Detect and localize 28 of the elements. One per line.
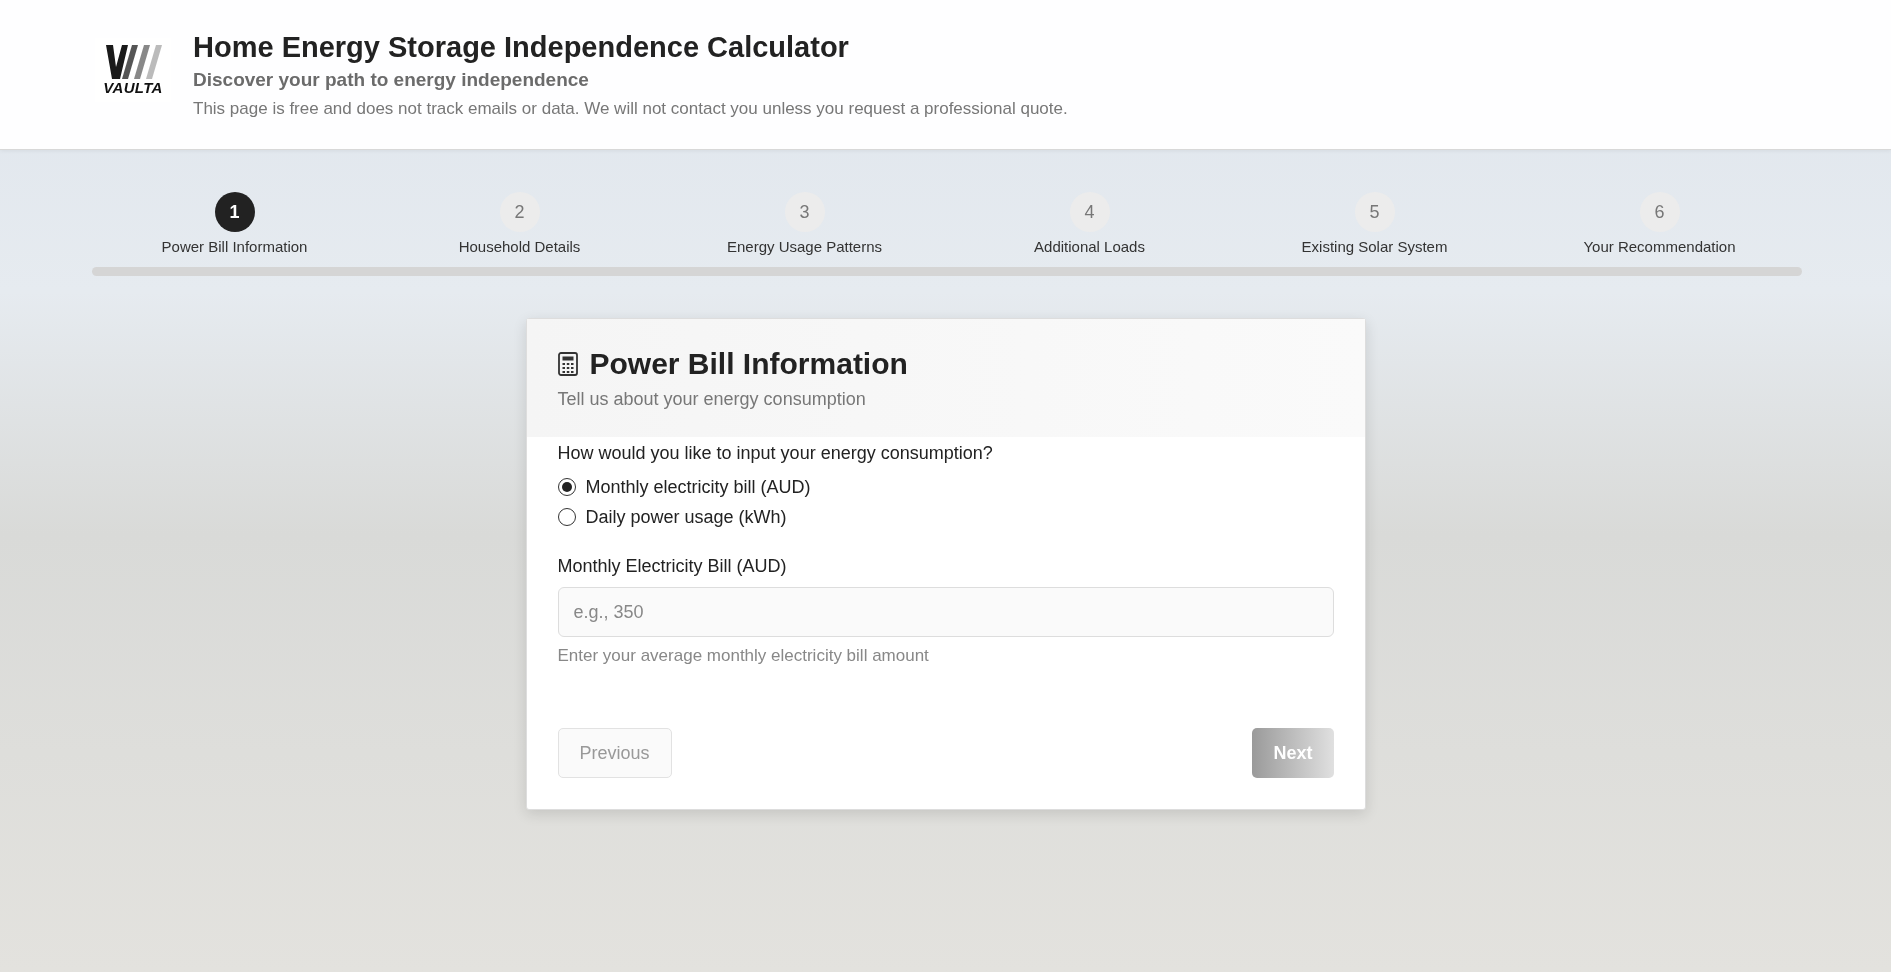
question-label: How would you like to input your energy consumption?: [557, 443, 994, 464]
bill-amount-field[interactable]: e.g., 350: [557, 587, 1334, 637]
calculator-icon: [557, 352, 578, 376]
page-title: Home Energy Storage Independence Calculator: [193, 30, 850, 65]
radio-button[interactable]: [557, 508, 576, 526]
stripes-icon: [104, 44, 162, 79]
step-number[interactable]: 2: [499, 192, 540, 232]
step-number[interactable]: 6: [1639, 192, 1680, 232]
next-button[interactable]: Next: [1252, 728, 1334, 778]
step-number[interactable]: 3: [784, 192, 825, 232]
card-title: Power Bill Information: [589, 347, 908, 381]
step-label: Household Details: [458, 238, 581, 255]
radio-label: Daily power usage (kWh): [585, 506, 787, 528]
step-number[interactable]: 4: [1069, 192, 1110, 232]
step-label: Power Bill Information: [161, 238, 308, 255]
step-label: Your Recommendation: [1583, 238, 1736, 255]
step-label: Additional Loads: [1034, 238, 1145, 255]
field-label: Monthly Electricity Bill (AUD): [557, 556, 788, 577]
step-label: Energy Usage Patterns: [726, 238, 883, 255]
radio-label: Monthly electricity bill (AUD): [585, 476, 811, 498]
card-subtitle: Tell us about your energy consumption: [557, 389, 867, 410]
step-label: Existing Solar System: [1301, 238, 1448, 255]
help-text: Enter your average monthly electricity bill amount: [557, 646, 930, 666]
page-subtitle: Discover your path to energy independence: [193, 69, 590, 91]
step-number[interactable]: 5: [1354, 192, 1395, 232]
step-number[interactable]: 1: [214, 192, 255, 232]
radio-button[interactable]: [557, 478, 576, 496]
privacy-note: This page is free and does not track emails or data. We will not contact you unless you request a professional quote.: [193, 99, 1068, 119]
